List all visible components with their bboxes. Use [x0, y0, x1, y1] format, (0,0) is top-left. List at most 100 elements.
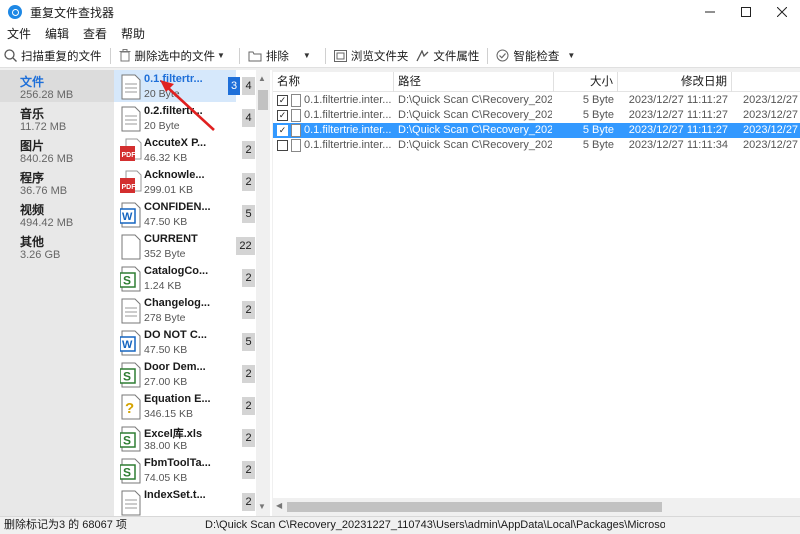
menu-edit[interactable]: 编辑 — [38, 24, 76, 44]
duplicate-group-item[interactable]: S FbmToolTa... 74.05 KB 2 — [114, 454, 272, 486]
duplicate-group-item[interactable]: S CatalogCo... 1.24 KB 2 — [114, 262, 272, 294]
scroll-left-icon[interactable]: ◀ — [276, 501, 282, 510]
cell-path: D:\Quick Scan C\Recovery_202... — [398, 124, 552, 136]
file-properties-button[interactable]: 文件属性 — [412, 45, 483, 67]
duplicate-group-item[interactable]: PDF AccuteX P... 46.32 KB 2 — [114, 134, 272, 166]
duplicate-group-item[interactable]: W DO NOT C... 47.50 KB 5 — [114, 326, 272, 358]
menu-file[interactable]: 文件 — [0, 24, 38, 44]
column-header-name[interactable]: 名称 — [273, 72, 394, 92]
cell-size: 5 Byte — [582, 94, 614, 106]
toolbar: 扫描重复的文件 删除选中的文件 ▼ 排除 ▼ 浏览文件夹 文件属性 智能检查 ▼ — [0, 44, 800, 68]
help-file-icon: ? — [120, 394, 142, 420]
exclude-button[interactable]: 排除 ▼ — [244, 45, 321, 67]
category-name: 音乐 — [20, 107, 45, 121]
category-name: 图片 — [20, 139, 45, 153]
duplicate-group-item[interactable]: 0.2.filtertr... 20 Byte 4 — [114, 102, 272, 134]
category-size: 840.26 MB — [20, 153, 74, 165]
row-checkbox[interactable] — [277, 140, 288, 151]
duplicate-count-badge: 2 — [242, 173, 255, 191]
scrollbar-thumb[interactable] — [287, 502, 662, 512]
cell-path: D:\Quick Scan C\Recovery_202... — [398, 109, 552, 121]
category-music[interactable]: 音乐 11.72 MB — [0, 102, 114, 134]
duplicate-count-badge: 5 — [242, 333, 255, 351]
duplicate-count-badge: 4 — [242, 77, 255, 95]
scrollbar-thumb[interactable] — [258, 90, 268, 110]
scroll-up-icon[interactable]: ▲ — [258, 74, 266, 83]
file-table-hscrollbar[interactable]: ◀ — [273, 498, 800, 516]
duplicate-count-badge: 2 — [242, 493, 255, 511]
category-videos[interactable]: 视频 494.42 MB — [0, 198, 114, 230]
category-other[interactable]: 其他 3.26 GB — [0, 230, 114, 262]
duplicate-count-badge: 2 — [242, 269, 255, 287]
group-file-size: 20 Byte — [144, 120, 180, 132]
row-checkbox[interactable]: ✓ — [277, 125, 288, 136]
category-name: 其他 — [20, 235, 45, 249]
duplicate-group-item[interactable]: W CONFIDEN... 47.50 KB 5 — [114, 198, 272, 230]
text-file-icon — [291, 109, 301, 122]
chevron-down-icon[interactable]: ▼ — [303, 51, 311, 60]
chevron-down-icon[interactable]: ▼ — [217, 51, 225, 60]
category-size: 494.42 MB — [20, 217, 74, 229]
duplicate-group-item[interactable]: CURRENT 352 Byte 22 — [114, 230, 272, 262]
cell-modified: 2023/12/27 11:11:34 — [628, 139, 728, 151]
toolbar-separator — [238, 47, 240, 64]
cell-extra-date: 2023/12/27 — [743, 124, 799, 136]
group-file-name: Excel库.xls — [144, 428, 203, 440]
group-file-name: Acknowle... — [144, 169, 205, 181]
svg-text:PDF: PDF — [122, 184, 137, 191]
svg-text:S: S — [123, 434, 131, 448]
duplicate-group-item[interactable]: PDF Acknowle... 299.01 KB 2 — [114, 166, 272, 198]
duplicate-group-item[interactable]: ? Equation E... 346.15 KB 2 — [114, 390, 272, 422]
table-row[interactable]: ✓ 0.1.filtertrie.inter... D:\Quick Scan C\… — [273, 108, 800, 123]
column-header-path[interactable]: 路径 — [394, 72, 554, 92]
column-header-size[interactable]: 大小 — [554, 72, 618, 92]
group-file-name: CURRENT — [144, 233, 198, 245]
svg-text:S: S — [123, 274, 131, 288]
duplicate-group-item[interactable]: 0.1.filtertr... 20 Byte 3 4 — [114, 70, 272, 102]
scan-button[interactable]: 扫描重复的文件 — [0, 45, 106, 67]
group-file-size: 299.01 KB — [144, 184, 194, 196]
column-header-modified[interactable]: 修改日期 — [618, 72, 732, 92]
duplicate-group-item[interactable]: Changelog... 278 Byte 2 — [114, 294, 272, 326]
row-checkbox[interactable]: ✓ — [277, 110, 288, 121]
blank-file-icon — [120, 234, 142, 260]
group-file-name: CONFIDEN... — [144, 201, 211, 213]
maximize-icon[interactable] — [728, 0, 764, 24]
category-name: 视频 — [20, 203, 45, 217]
svg-text:S: S — [123, 466, 131, 480]
row-checkbox[interactable]: ✓ — [277, 95, 288, 106]
delete-selected-button[interactable]: 删除选中的文件 ▼ — [115, 45, 235, 67]
duplicate-group-item[interactable]: IndexSet.t... 2 — [114, 486, 272, 516]
menu-help[interactable]: 帮助 — [114, 24, 152, 44]
group-file-size: 352 Byte — [144, 248, 186, 260]
duplicate-group-item[interactable]: S Door Dem... 27.00 KB 2 — [114, 358, 272, 390]
menu-view[interactable]: 查看 — [76, 24, 114, 44]
text-file-icon — [291, 94, 301, 107]
table-row[interactable]: 0.1.filtertrie.inter... D:\Quick Scan C\R… — [273, 138, 800, 153]
table-row[interactable]: ✓ 0.1.filtertrie.inter... D:\Quick Scan C\… — [273, 93, 800, 108]
scan-button-label: 扫描重复的文件 — [21, 50, 102, 63]
properties-icon — [416, 49, 429, 61]
duplicate-group-item[interactable]: S Excel库.xls 38.00 KB 2 — [114, 422, 272, 454]
group-file-size: 47.50 KB — [144, 216, 188, 228]
category-images[interactable]: 图片 840.26 MB — [0, 134, 114, 166]
cell-path: D:\Quick Scan C\Recovery_202... — [398, 139, 552, 151]
close-icon[interactable] — [764, 0, 800, 24]
sheet-file-icon: S — [119, 426, 142, 452]
browse-folder-button[interactable]: 浏览文件夹 — [330, 45, 413, 67]
table-row[interactable]: ✓ 0.1.filtertrie.inter... D:\Quick Scan C\… — [273, 123, 800, 138]
word-file-icon: W — [119, 202, 142, 228]
category-documents[interactable]: 文件 256.28 MB — [0, 70, 114, 102]
minimize-icon[interactable] — [692, 0, 728, 24]
group-file-size: 1.24 KB — [144, 280, 182, 292]
group-file-name: CatalogCo... — [144, 265, 209, 277]
delete-selected-label: 删除选中的文件 — [134, 50, 216, 63]
duplicate-count-badge: 22 — [236, 237, 255, 255]
category-programs[interactable]: 程序 36.76 MB — [0, 166, 114, 198]
smart-check-button[interactable]: 智能检查 ▼ — [492, 45, 585, 67]
group-list-scrollbar[interactable]: ▲ ▼ — [256, 70, 270, 516]
trash-icon — [119, 49, 130, 62]
exclude-folder-icon — [248, 51, 262, 61]
chevron-down-icon[interactable]: ▼ — [567, 51, 575, 60]
scroll-down-icon[interactable]: ▼ — [258, 502, 266, 511]
